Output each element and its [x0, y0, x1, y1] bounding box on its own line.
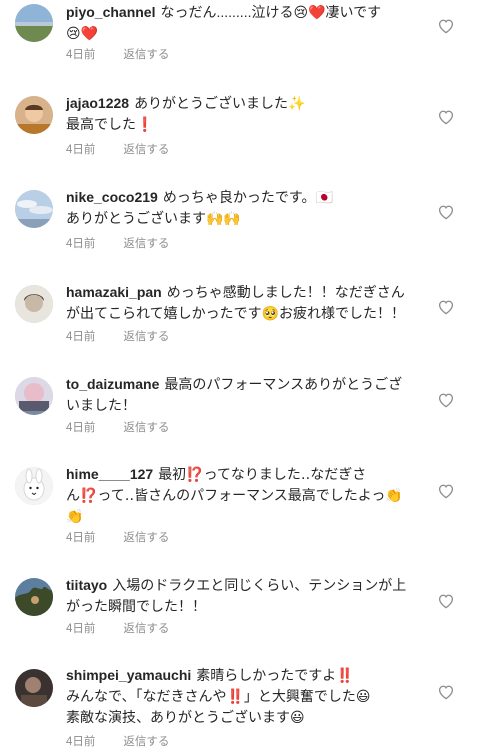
comment-text: jajao1228 ありがとうございました✨ 最高でした❗: [66, 93, 416, 135]
heart-outline-icon[interactable]: [437, 391, 455, 408]
comment-username[interactable]: jajao1228: [66, 95, 129, 111]
comment-body-line: いました！: [66, 397, 136, 413]
comment-meta: 4日前 返信する: [66, 529, 169, 545]
comment-time: 4日前: [66, 144, 96, 156]
comment-body-line: めっちゃ良かったです。🇯🇵: [162, 189, 333, 205]
avatar[interactable]: [15, 96, 53, 134]
comment-text: piyo_channel なっだん.........泣ける😢❤️凄いです 😢❤️: [66, 2, 416, 44]
reply-button[interactable]: 返信する: [123, 49, 169, 61]
comment-time: 4日前: [66, 736, 96, 748]
comment-body-line: がった瞬間でした！！: [66, 598, 206, 614]
comment-username[interactable]: nike_coco219: [66, 189, 158, 205]
comment-text: tiitayo 入場のドラクエと同じくらい、テンションが上 がった瞬間でした！！: [66, 575, 416, 617]
comment-body-line: 素晴らしかったですよ‼️: [196, 667, 354, 683]
avatar[interactable]: [15, 578, 53, 616]
comment-body-line: みんなで、「なだきさんや‼️」と大興奮でした😃: [66, 688, 371, 704]
comment-meta: 4日前 返信する: [66, 46, 169, 62]
avatar[interactable]: [15, 285, 53, 323]
comment-time: 4日前: [66, 49, 96, 61]
reply-button[interactable]: 返信する: [123, 422, 169, 434]
reply-button[interactable]: 返信する: [123, 238, 169, 250]
avatar[interactable]: [15, 4, 53, 42]
comment-text: nike_coco219 めっちゃ良かったです。🇯🇵 ありがとうございます🙌🙌: [66, 187, 416, 229]
comment-body-line: なっだん.........泣ける😢❤️凄いです: [160, 4, 382, 20]
avatar[interactable]: [15, 467, 53, 505]
comment-username[interactable]: tiitayo: [66, 577, 107, 593]
reply-button[interactable]: 返信する: [123, 623, 169, 635]
comment-body-line: 最初⁉️ってなりました‥なだぎさ: [158, 466, 367, 482]
comment-time: 4日前: [66, 623, 96, 635]
comment-body-line: ありがとうございました✨: [134, 95, 306, 111]
heart-outline-icon[interactable]: [437, 17, 455, 34]
comment-body-line: ん⁉️って‥皆さんのパフォーマンス最高でしたよっ👏: [66, 487, 403, 503]
reply-button[interactable]: 返信する: [123, 736, 169, 748]
comment-meta: 4日前 返信する: [66, 235, 169, 251]
avatar[interactable]: [15, 190, 53, 228]
comment-meta: 4日前 返信する: [66, 733, 169, 749]
reply-button[interactable]: 返信する: [123, 532, 169, 544]
comment-body-line: 👏: [66, 508, 84, 524]
comment-meta: 4日前 返信する: [66, 141, 169, 157]
comment-meta: 4日前 返信する: [66, 328, 169, 344]
heart-outline-icon[interactable]: [437, 592, 455, 609]
comment-body-line: めっちゃ感動しました！！なだぎさん: [166, 284, 405, 300]
avatar[interactable]: [15, 669, 53, 707]
comment-text: to_daizumane 最高のパフォーマンスありがとうござ いました！: [66, 374, 416, 416]
comment-time: 4日前: [66, 331, 96, 343]
comment-body-line: 😢❤️: [66, 25, 99, 41]
avatar[interactable]: [15, 377, 53, 415]
comment-username[interactable]: hime____127: [66, 466, 153, 482]
comment-body-line: が出てこられて嬉しかったです🥺お疲れ様でした！！: [66, 305, 406, 321]
comment-text: hamazaki_pan めっちゃ感動しました！！なだぎさん が出てこられて嬉しか…: [66, 282, 416, 324]
reply-button[interactable]: 返信する: [123, 331, 169, 343]
comment-body-line: 最高のパフォーマンスありがとうござ: [164, 376, 403, 392]
reply-button[interactable]: 返信する: [123, 144, 169, 156]
comment-username[interactable]: hamazaki_pan: [66, 284, 162, 300]
comment-body-line: ありがとうございます🙌🙌: [66, 210, 241, 226]
comment-time: 4日前: [66, 238, 96, 250]
heart-outline-icon[interactable]: [437, 298, 455, 315]
comment-body-line: 素敵な演技、ありがとうございます😃: [66, 709, 305, 725]
heart-outline-icon[interactable]: [437, 108, 455, 125]
comment-text: hime____127 最初⁉️ってなりました‥なだぎさ ん⁉️って‥皆さんのパフ…: [66, 464, 416, 527]
comment-body-line: 入場のドラクエと同じくらい、テンションが上: [112, 577, 407, 593]
comment-meta: 4日前 返信する: [66, 620, 169, 636]
comment-body-line: 最高でした❗: [66, 116, 154, 132]
comment-username[interactable]: shimpei_yamauchi: [66, 667, 191, 683]
comment-text: shimpei_yamauchi 素晴らしかったですよ‼️ みんなで、「なだきさん…: [66, 665, 416, 728]
comment-time: 4日前: [66, 422, 96, 434]
comment-username[interactable]: to_daizumane: [66, 376, 159, 392]
comment-username[interactable]: piyo_channel: [66, 4, 155, 20]
heart-outline-icon[interactable]: [437, 683, 455, 700]
comment-time: 4日前: [66, 532, 96, 544]
comment-meta: 4日前 返信する: [66, 419, 169, 435]
heart-outline-icon[interactable]: [437, 482, 455, 499]
heart-outline-icon[interactable]: [437, 203, 455, 220]
